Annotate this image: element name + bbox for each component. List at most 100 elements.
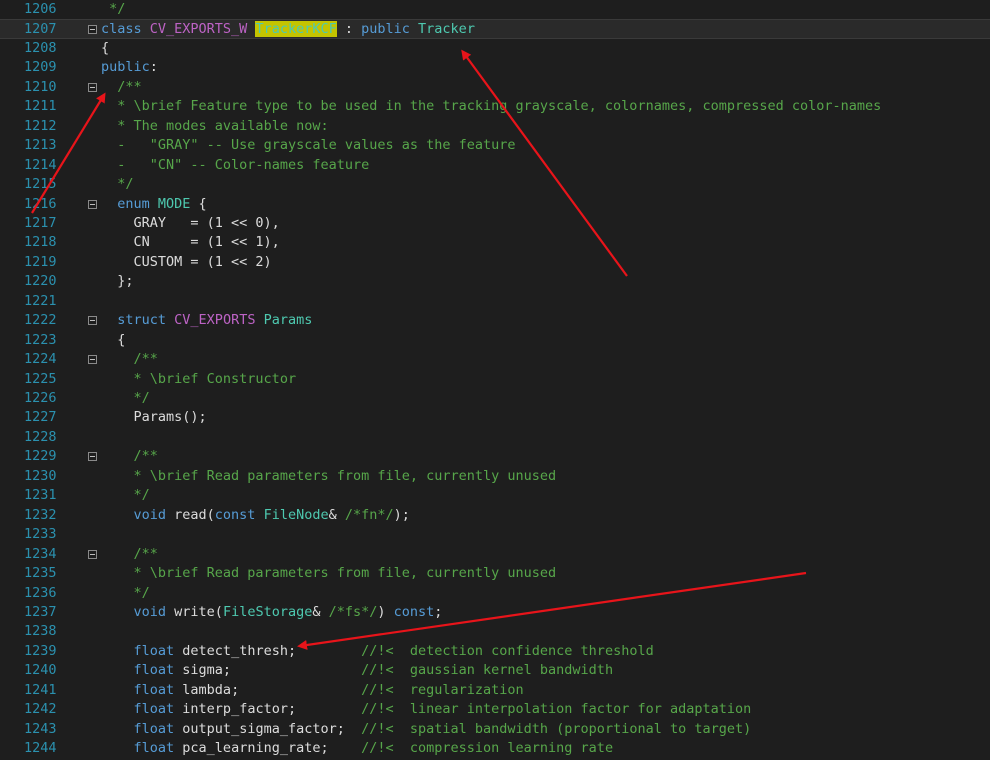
code-text: float detect_thresh; //!< detection conf… bbox=[101, 642, 654, 661]
code-line[interactable]: 1220 }; bbox=[0, 272, 990, 291]
line-number: 1235 bbox=[24, 565, 57, 582]
code-line[interactable]: 1213 - "GRAY" -- Use grayscale values as… bbox=[0, 136, 990, 155]
code-text: * \brief Feature type to be used in the … bbox=[101, 97, 881, 116]
fold-collapse-icon[interactable] bbox=[88, 452, 97, 462]
code-line[interactable]: 1237 void write(FileStorage& /*fs*/) con… bbox=[0, 603, 990, 622]
code-line[interactable]: 1240 float sigma; //!< gaussian kernel b… bbox=[0, 661, 990, 680]
line-number: 1229 bbox=[24, 448, 57, 465]
line-number: 1208 bbox=[24, 39, 57, 56]
code-token: - "GRAY" -- Use grayscale values as the … bbox=[117, 137, 516, 154]
code-token: */ bbox=[101, 1, 126, 17]
code-line[interactable]: 1209 public: bbox=[0, 58, 990, 77]
code-line[interactable]: 1211 * \brief Feature type to be used in… bbox=[0, 97, 990, 116]
code-line[interactable]: 1231 */ bbox=[0, 486, 990, 505]
code-token: * \brief Read parameters from file, curr… bbox=[133, 565, 557, 582]
code-token: - "CN" -- Color-names feature bbox=[117, 156, 370, 173]
code-text: CUSTOM = (1 << 2) bbox=[101, 253, 272, 272]
line-number: 1230 bbox=[24, 467, 57, 484]
code-token: class bbox=[101, 21, 150, 38]
line-number: 1212 bbox=[24, 117, 57, 134]
line-number: 1226 bbox=[24, 390, 57, 406]
code-line[interactable]: 1221 bbox=[0, 292, 990, 311]
code-line[interactable]: 1239 float detect_thresh; //!< detection… bbox=[0, 642, 990, 661]
line-number: 1244 bbox=[24, 740, 57, 757]
code-line[interactable]: 1216 enum MODE { bbox=[0, 195, 990, 214]
code-line[interactable]: 1219 CUSTOM = (1 << 2) bbox=[0, 253, 990, 272]
line-number: 1224 bbox=[24, 351, 57, 368]
code-text: { bbox=[101, 331, 125, 350]
line-number: 1233 bbox=[24, 526, 57, 543]
code-token: float bbox=[133, 740, 183, 757]
code-text: { bbox=[101, 39, 109, 58]
code-text: float pca_learning_rate; //!< compressio… bbox=[101, 739, 614, 758]
code-text: - "CN" -- Color-names feature bbox=[101, 156, 369, 175]
code-line[interactable]: 1241 float lambda; //!< regularization bbox=[0, 681, 990, 700]
code-editor[interactable]: 1206 */ 1207 class CV_EXPORTS_W TrackerKCF… bbox=[0, 0, 990, 760]
line-number: 1234 bbox=[24, 545, 57, 562]
code-text: /** bbox=[101, 447, 158, 466]
line-number: 1210 bbox=[24, 78, 57, 95]
fold-collapse-icon[interactable] bbox=[88, 25, 97, 35]
fold-collapse-icon[interactable] bbox=[88, 549, 97, 559]
code-token: Params(); bbox=[133, 409, 207, 426]
fold-collapse-icon[interactable] bbox=[88, 82, 97, 92]
code-token: CV_EXPORTS_W bbox=[149, 21, 248, 38]
code-text: float output_sigma_factor; //!< spatial … bbox=[101, 720, 752, 739]
code-line[interactable]: 1215 */ bbox=[0, 175, 990, 194]
code-line[interactable]: 1233 bbox=[0, 525, 990, 544]
fold-collapse-icon[interactable] bbox=[88, 199, 97, 209]
code-line[interactable]: 1226 */ bbox=[0, 389, 990, 408]
code-token: & bbox=[328, 506, 345, 523]
fold-collapse-icon[interactable] bbox=[88, 355, 97, 365]
line-number: 1220 bbox=[24, 273, 57, 290]
code-line[interactable]: 1208 { bbox=[0, 39, 990, 58]
line-number: 1209 bbox=[24, 59, 57, 76]
code-text: float lambda; //!< regularization bbox=[101, 681, 524, 700]
code-line[interactable]: 1227 Params(); bbox=[0, 408, 990, 427]
code-text: * \brief Read parameters from file, curr… bbox=[101, 467, 557, 486]
code-line[interactable]: 1218 CN = (1 << 1), bbox=[0, 233, 990, 252]
code-line[interactable]: 1244 float pca_learning_rate; //!< compr… bbox=[0, 739, 990, 758]
code-token: void bbox=[133, 603, 175, 620]
code-line[interactable]: 1223 { bbox=[0, 331, 990, 350]
code-line[interactable]: 1236 */ bbox=[0, 584, 990, 603]
code-token: public bbox=[361, 21, 419, 38]
code-line[interactable]: 1224 /** bbox=[0, 350, 990, 369]
code-line[interactable]: 1230 * \brief Read parameters from file,… bbox=[0, 467, 990, 486]
code-line[interactable]: 1229 /** bbox=[0, 447, 990, 466]
code-token: */ bbox=[133, 584, 150, 601]
code-token: float bbox=[133, 701, 183, 718]
code-line[interactable]: 1222 struct CV_EXPORTS Params bbox=[0, 311, 990, 330]
code-line[interactable]: 1212 * The modes available now: bbox=[0, 117, 990, 136]
code-line[interactable]: 1214 - "CN" -- Color-names feature bbox=[0, 156, 990, 175]
code-token: pca_learning_rate; bbox=[182, 740, 362, 757]
fold-collapse-icon[interactable] bbox=[88, 316, 97, 326]
code-line[interactable]: 1242 float interp_factor; //!< linear in… bbox=[0, 700, 990, 719]
code-line[interactable]: 1217 GRAY = (1 << 0), bbox=[0, 214, 990, 233]
code-line[interactable]: 1235 * \brief Read parameters from file,… bbox=[0, 564, 990, 583]
code-line[interactable]: 1225 * \brief Constructor bbox=[0, 370, 990, 389]
code-token: enum bbox=[117, 195, 158, 212]
code-line[interactable]: 1234 /** bbox=[0, 545, 990, 564]
code-token: ) bbox=[377, 603, 394, 620]
line-number: 1207 bbox=[24, 21, 57, 38]
code-line[interactable]: 1207 class CV_EXPORTS_W TrackerKCF : publ… bbox=[0, 19, 990, 39]
code-line[interactable]: 1238 bbox=[0, 622, 990, 641]
code-line[interactable]: 1206 */ bbox=[0, 0, 990, 19]
code-token: CUSTOM = (1 << 2) bbox=[133, 253, 272, 270]
code-line[interactable]: 1243 float output_sigma_factor; //!< spa… bbox=[0, 720, 990, 739]
code-text: /** bbox=[101, 350, 158, 369]
code-line[interactable]: 1232 void read(const FileNode& /*fn*/); bbox=[0, 506, 990, 525]
code-line[interactable]: 1210 /** bbox=[0, 78, 990, 97]
code-line[interactable]: 1228 bbox=[0, 428, 990, 447]
